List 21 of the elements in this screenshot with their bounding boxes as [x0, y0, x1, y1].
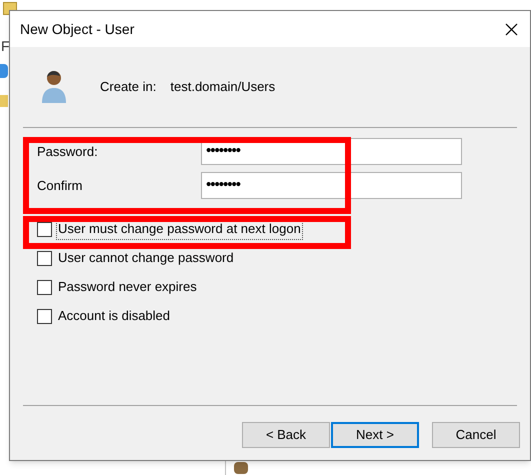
user-icon	[40, 69, 68, 105]
create-in-label: Create in:	[100, 78, 156, 96]
checkbox-label[interactable]: Account is disabled	[56, 305, 172, 327]
dialog-button[interactable]: Cancel	[432, 422, 520, 448]
dialog-button[interactable]: < Back	[242, 422, 330, 448]
group-icon	[234, 462, 248, 474]
close-icon[interactable]	[505, 22, 518, 36]
checkbox-label[interactable]: Password never expires	[56, 276, 199, 298]
field-label: Confirm	[37, 176, 84, 195]
field-label: Password:	[37, 142, 99, 161]
dialog-title: New Object - User	[20, 20, 134, 39]
folder-icon	[0, 95, 8, 107]
checkbox[interactable]	[37, 308, 52, 324]
checkbox[interactable]	[37, 250, 52, 266]
dialog-button[interactable]: Next >	[331, 422, 419, 448]
password-field[interactable]: ••••••••	[201, 172, 462, 199]
menu-item[interactable]: F	[1, 36, 10, 57]
checkbox-label[interactable]: User cannot change password	[56, 247, 236, 269]
create-in-path: test.domain/Users	[170, 78, 276, 96]
checkbox[interactable]	[37, 222, 52, 236]
checkbox[interactable]	[37, 280, 52, 294]
